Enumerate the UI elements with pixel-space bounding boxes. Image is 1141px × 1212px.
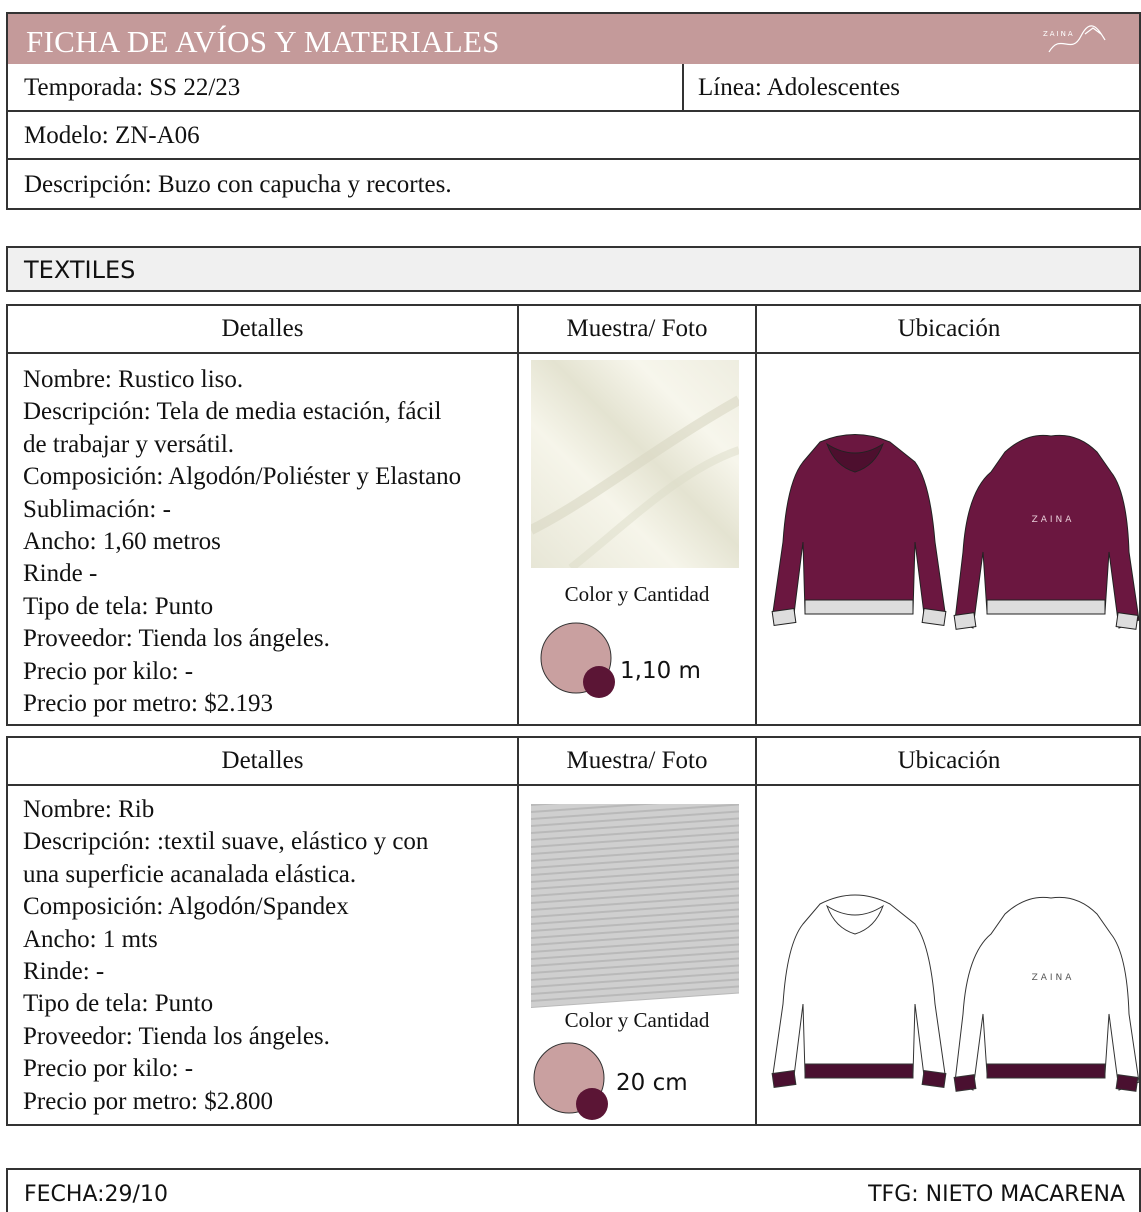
logo-text: ZAINA — [1043, 30, 1075, 38]
detail-line: Sublimación: - — [23, 495, 171, 523]
detail-line: Precio por metro: $2.800 — [23, 1087, 273, 1115]
info-row-season: Temporada: SS 22/23 Línea: Adolescentes — [6, 64, 1141, 112]
header-bar: FICHA DE AVÍOS Y MATERIALES ZAINA — [6, 12, 1141, 64]
detail-line: Proveedor: Tienda los ángeles. — [23, 625, 330, 653]
season-field: Temporada: SS 22/23 — [24, 74, 241, 101]
detail-line: Proveedor: Tienda los ángeles. — [23, 1022, 330, 1050]
page-title: FICHA DE AVÍOS Y MATERIALES — [26, 24, 500, 59]
detail-line: Precio por kilo: - — [23, 1055, 194, 1083]
garment-logo: ZAINA — [1032, 515, 1075, 525]
detail-line: Tipo de tela: Punto — [23, 592, 214, 620]
column-divider — [517, 738, 519, 1124]
detail-line: Descripción: :textil suave, elástico y c… — [23, 828, 429, 856]
section-title: TEXTILES — [24, 256, 136, 284]
details-list: Nombre: Rustico liso. Descripción: Tela … — [23, 364, 461, 720]
fabric-sample-photo — [531, 360, 739, 568]
textile-table-2: Detalles Muestra/ Foto Ubicación Nombre:… — [6, 736, 1141, 1126]
header-sample: Muestra/ Foto — [519, 306, 755, 354]
detail-line: Tipo de tela: Punto — [23, 990, 214, 1018]
garment-location-illustration: ZAINA — [771, 434, 1140, 630]
line-field: Línea: Adolescentes — [698, 74, 901, 101]
detail-line: Nombre: Rib — [23, 796, 155, 823]
header-location: Ubicación — [757, 738, 1141, 786]
details-list: Nombre: Rib Descripción: :textil suave, … — [23, 794, 428, 1118]
swatch-label: Color y Cantidad — [564, 1008, 710, 1032]
garment-location-illustration: ZAINA — [771, 894, 1140, 1092]
textile-table-1: Detalles Muestra/ Foto Ubicación Nombre:… — [6, 304, 1141, 726]
zaina-logo: ZAINA — [1043, 25, 1106, 53]
header-details: Detalles — [8, 306, 517, 354]
model-field: Modelo: ZN-A06 — [24, 122, 200, 149]
detail-line: de trabajar y versátil. — [23, 430, 235, 458]
detail-line: Composición: Algodón/Poliéster y Elastan… — [23, 463, 462, 491]
detail-line: Rinde: - — [23, 958, 105, 986]
detail-line: Composición: Algodón/Spandex — [23, 893, 349, 921]
detail-line: Descripción: Tela de media estación, fác… — [23, 398, 442, 426]
detail-line: Precio por kilo: - — [23, 657, 194, 685]
detail-line: una superficie acanalada elástica. — [23, 860, 357, 888]
header-details: Detalles — [8, 738, 517, 786]
swatch-label: Color y Cantidad — [564, 582, 710, 606]
footer-author: TFG: NIETO MACARENA — [868, 1182, 1125, 1207]
quantity-text: 1,10 m — [620, 658, 701, 684]
detail-line: Ancho: 1 mts — [23, 925, 158, 953]
quantity-text: 20 cm — [616, 1070, 688, 1096]
detail-line: Rinde - — [23, 560, 98, 588]
column-divider — [755, 738, 757, 1124]
detail-line: Precio por metro: $2.193 — [23, 690, 273, 718]
fabric-sample-photo — [531, 804, 739, 1008]
info-row-description: Descripción: Buzo con capucha y recortes… — [6, 160, 1141, 210]
info-row-model: Modelo: ZN-A06 — [6, 112, 1141, 160]
description-field: Descripción: Buzo con capucha y recortes… — [24, 171, 452, 198]
color-swatch — [533, 1042, 608, 1120]
detail-line: Nombre: Rustico liso. — [23, 366, 244, 393]
detail-line: Ancho: 1,60 metros — [23, 528, 221, 556]
header-sample: Muestra/ Foto — [519, 738, 755, 786]
column-divider — [755, 306, 757, 724]
section-header: TEXTILES — [6, 246, 1141, 292]
footer: FECHA:29/10 TFG: NIETO MACARENA — [6, 1168, 1141, 1212]
garment-logo: ZAINA — [1032, 973, 1075, 983]
color-swatch — [540, 622, 615, 698]
divider — [682, 64, 684, 110]
header-location: Ubicación — [757, 306, 1141, 354]
footer-date: FECHA:29/10 — [24, 1182, 168, 1207]
column-divider — [517, 306, 519, 724]
